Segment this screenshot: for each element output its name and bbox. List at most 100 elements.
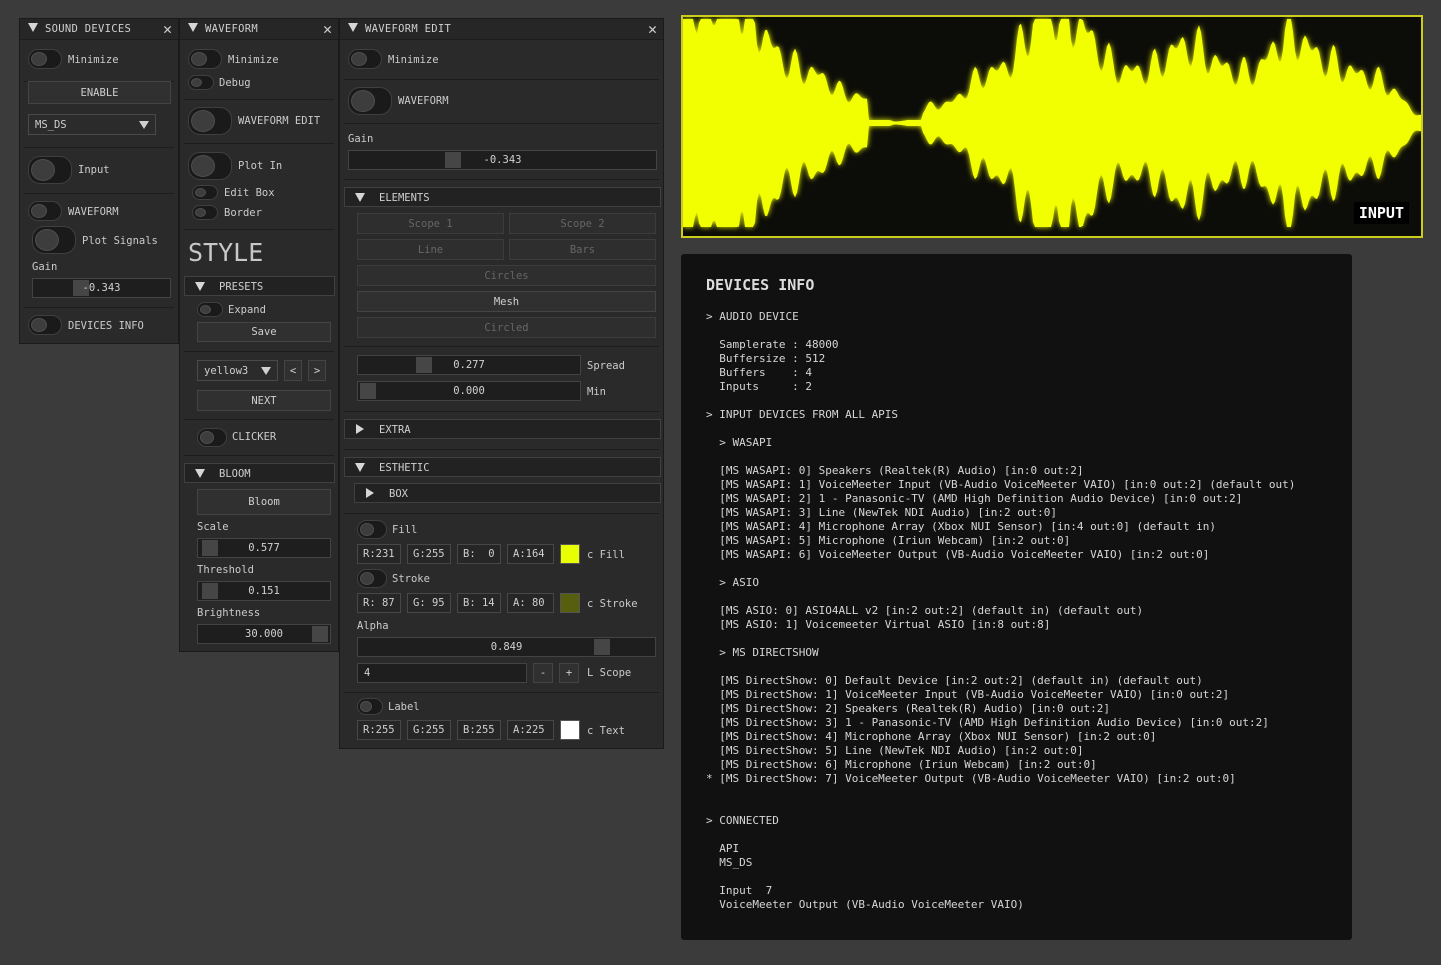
close-icon[interactable]: ✕ [163,20,172,38]
input-toggle[interactable] [28,156,72,184]
debug-toggle[interactable] [188,75,214,90]
spread-slider[interactable]: 0.277 [357,355,581,375]
next-preset-arrow-button[interactable]: > [308,360,326,381]
presets-section-header[interactable]: PRESETS [184,276,335,296]
expand-toggle[interactable] [197,302,223,317]
alpha-slider[interactable]: 0.849 [357,637,656,657]
save-button[interactable]: Save [197,322,331,342]
collapse-triangle-icon [355,463,365,472]
panel-title: SOUND DEVICES [45,23,132,35]
edit-box-toggle[interactable] [192,185,218,200]
close-icon[interactable]: ✕ [323,20,332,38]
close-icon[interactable]: ✕ [648,20,657,38]
lscope-input[interactable]: 4 [357,663,527,683]
alpha-label: Alpha [357,620,389,632]
fill-color-swatch[interactable] [560,544,580,564]
bloom-section-header[interactable]: BLOOM [184,463,335,483]
stroke-color-swatch[interactable] [560,593,580,613]
threshold-slider[interactable]: 0.151 [197,581,331,601]
border-toggle[interactable] [192,205,218,220]
style-heading: STYLE [188,238,264,267]
fill-toggle[interactable] [357,520,387,539]
line-button[interactable]: Line [357,239,504,260]
devices-info-line: [MS WASAPI: 6] VoiceMeeter Output (VB-Au… [706,548,1210,561]
min-slider[interactable]: 0.000 [357,381,581,401]
sound-devices-titlebar[interactable]: SOUND DEVICES ✕ [20,19,178,40]
box-section-header[interactable]: BOX [354,483,661,503]
text-color-swatch[interactable] [560,720,580,740]
scale-slider[interactable]: 0.577 [197,538,331,558]
esthetic-section-header[interactable]: ESTHETIC [344,457,661,477]
fill-g-field[interactable]: G:255 [407,544,451,564]
scope2-button[interactable]: Scope 2 [509,213,656,234]
elements-section-header[interactable]: ELEMENTS [344,187,661,207]
bloom-section-title: BLOOM [219,468,251,480]
collapse-triangle-icon[interactable] [28,23,38,32]
devices-info-toggle[interactable] [28,315,62,335]
waveform-graphic [683,19,1421,227]
scope1-button[interactable]: Scope 1 [357,213,504,234]
waveform-toggle[interactable] [348,87,392,115]
lscope-value: 4 [364,667,371,679]
label-toggle[interactable] [357,698,383,715]
circled-button[interactable]: Circled [357,317,656,338]
text-b-field[interactable]: B:255 [457,720,501,740]
extra-section-header[interactable]: EXTRA [344,419,661,439]
minimize-toggle[interactable] [348,49,382,69]
lscope-label: L Scope [587,667,632,679]
enable-button[interactable]: ENABLE [28,81,171,104]
waveform-edit-titlebar[interactable]: WAVEFORM EDIT ✕ [340,19,663,40]
min-label: Min [587,386,606,398]
lscope-plus-button[interactable]: + [559,663,579,683]
presets-section-title: PRESETS [219,281,264,293]
brightness-slider[interactable]: 30.000 [197,624,331,644]
stroke-a-field[interactable]: A: 80 [507,593,554,613]
fill-r-field[interactable]: R:231 [357,544,401,564]
devices-info-line: [MS DirectShow: 4] Microphone Array (Xbo… [706,730,1157,743]
prev-preset-button[interactable]: < [284,360,302,381]
devices-info-line: [MS WASAPI: 0] Speakers (Realtek(R) Audi… [706,464,1084,477]
waveform-toggle[interactable] [28,201,62,221]
plot-in-label: Plot In [238,160,283,172]
devices-info-line: API [706,842,740,855]
devices-info-line: [MS DirectShow: 1] VoiceMeeter Input (VB… [706,688,1230,701]
edit-box-label: Edit Box [224,187,275,199]
waveform-edit-toggle[interactable] [188,107,232,135]
device-select[interactable]: MS_DS [28,114,156,135]
stroke-g-field[interactable]: G: 95 [407,593,451,613]
bars-button[interactable]: Bars [509,239,656,260]
preset-select-value: yellow3 [204,365,249,377]
expand-triangle-icon [366,488,374,498]
devices-info-line: > MS DIRECTSHOW [706,646,819,659]
gain-slider[interactable]: -0.343 [32,278,171,298]
threshold-label: Threshold [197,564,254,576]
collapse-triangle-icon[interactable] [188,23,198,32]
minimize-toggle[interactable] [28,49,62,69]
text-r-field[interactable]: R:255 [357,720,401,740]
min-value: 0.000 [453,385,485,397]
clicker-toggle[interactable] [197,428,227,447]
text-a-field[interactable]: A:225 [507,720,554,740]
stroke-b-field[interactable]: B: 14 [457,593,501,613]
preset-select[interactable]: yellow3 [197,360,278,381]
devices-info-line: Buffers : 4 [706,366,812,379]
next-button[interactable]: NEXT [197,390,331,411]
minimize-toggle[interactable] [188,49,222,69]
circles-button[interactable]: Circles [357,265,656,286]
lscope-minus-button[interactable]: - [533,663,553,683]
gain-slider[interactable]: -0.343 [348,150,657,170]
text-g-field[interactable]: G:255 [407,720,451,740]
collapse-triangle-icon[interactable] [348,23,358,32]
fill-a-field[interactable]: A:164 [507,544,554,564]
waveform-scope-view[interactable]: INPUT [681,15,1423,238]
gain-value: -0.343 [483,154,522,166]
plot-in-toggle[interactable] [188,152,232,180]
bloom-button[interactable]: Bloom [197,489,331,515]
stroke-toggle[interactable] [357,569,387,588]
fill-b-field[interactable]: B: 0 [457,544,501,564]
stroke-r-field[interactable]: R: 87 [357,593,401,613]
waveform-edit-label: WAVEFORM EDIT [238,115,321,127]
mesh-button[interactable]: Mesh [357,291,656,312]
waveform-titlebar[interactable]: WAVEFORM ✕ [180,19,338,40]
plot-signals-toggle[interactable] [32,226,76,254]
